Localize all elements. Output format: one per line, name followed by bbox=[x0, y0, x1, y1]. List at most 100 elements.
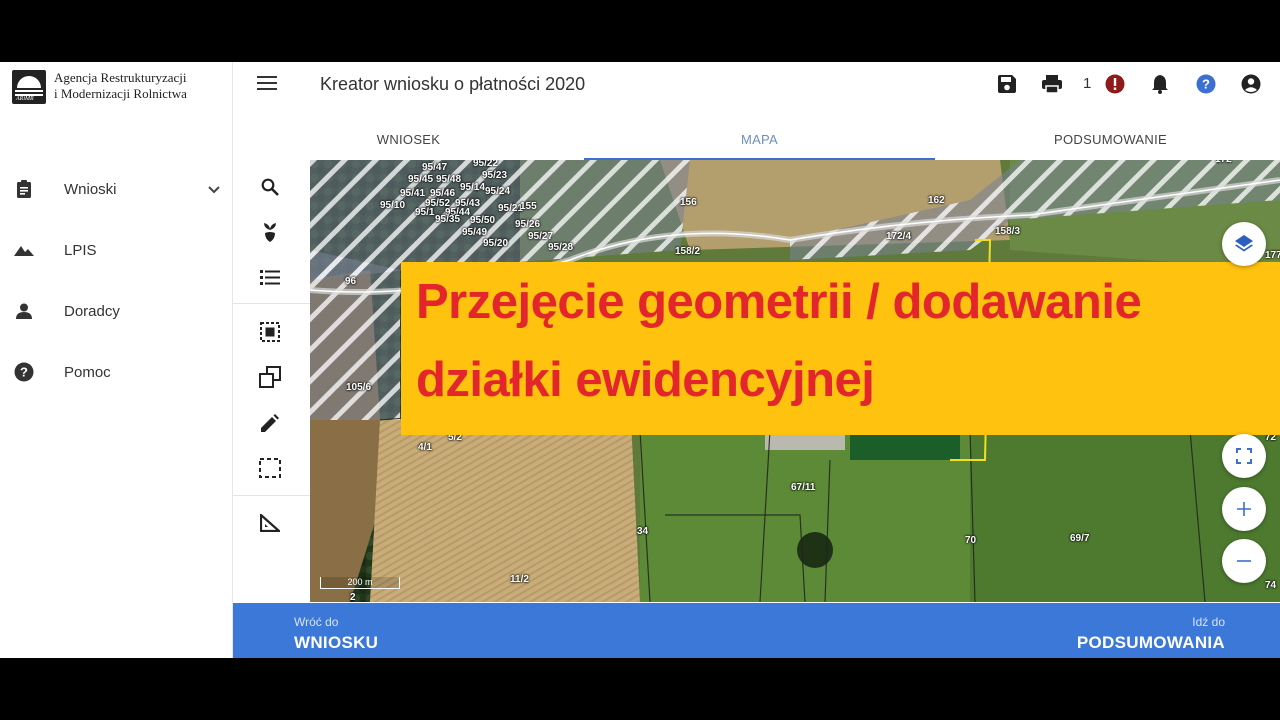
select-area-icon[interactable] bbox=[257, 319, 283, 345]
plant-icon[interactable] bbox=[257, 219, 283, 245]
sidebar: ARiMR Agencja Restrukturyzacji i Moderni… bbox=[0, 62, 233, 658]
parcel-label: 95/41 bbox=[400, 188, 426, 199]
layers-button[interactable] bbox=[1222, 222, 1266, 266]
tab-wniosek[interactable]: WNIOSEK bbox=[233, 118, 584, 160]
tab-podsumowanie[interactable]: PODSUMOWANIE bbox=[935, 118, 1280, 160]
letterbox-bottom bbox=[0, 658, 1280, 720]
parcel-label: 95/1 bbox=[415, 207, 435, 218]
agency-name-line1: Agencja Restrukturyzacji bbox=[54, 70, 187, 85]
agency-logo[interactable]: ARiMR Agencja Restrukturyzacji i Moderni… bbox=[12, 70, 187, 104]
parcel-label: 155 bbox=[520, 201, 537, 212]
parcel-label: 158/3 bbox=[995, 226, 1021, 237]
sidebar-item-doradcy[interactable]: Doradcy bbox=[0, 291, 233, 331]
fullscreen-button[interactable] bbox=[1222, 434, 1266, 478]
back-target: WNIOSKU bbox=[294, 633, 379, 652]
copy-shape-icon[interactable] bbox=[257, 364, 283, 390]
sidebar-item-pomoc[interactable]: ? Pomoc bbox=[0, 352, 233, 392]
bell-icon[interactable] bbox=[1149, 73, 1171, 95]
parcel-label: 95/24 bbox=[485, 186, 511, 197]
account-icon[interactable] bbox=[1240, 73, 1262, 95]
top-bar: Kreator wniosku o płatności 2020 1 ? WNI… bbox=[233, 62, 1280, 160]
help-circle-icon[interactable]: ? bbox=[1195, 73, 1217, 95]
svg-text:?: ? bbox=[20, 365, 28, 380]
next-target: PODSUMOWANIA bbox=[1076, 633, 1225, 652]
save-icon[interactable] bbox=[996, 73, 1018, 95]
sidebar-item-wnioski[interactable]: Wnioski bbox=[0, 169, 233, 209]
tab-mapa[interactable]: MAPA bbox=[584, 118, 935, 160]
fullscreen-icon bbox=[1236, 448, 1252, 464]
chevron-down-icon bbox=[208, 181, 220, 198]
parcel-label: 4/1 bbox=[418, 442, 432, 453]
parcel-label: 95/14 bbox=[460, 182, 486, 193]
sidebar-item-label: Pomoc bbox=[64, 363, 111, 381]
agency-name-line2: i Modernizacji Rolnictwa bbox=[54, 86, 187, 101]
map-toolbar bbox=[233, 160, 310, 602]
parcel-label: 95/47 bbox=[422, 162, 448, 173]
measure-icon[interactable] bbox=[257, 510, 283, 536]
parcel-label: 74 bbox=[1265, 580, 1277, 591]
parcel-label: 172 bbox=[1215, 160, 1232, 165]
agency-name: Agencja Restrukturyzacji i Modernizacji … bbox=[54, 70, 187, 102]
parcel-label: 95/20 bbox=[483, 238, 509, 249]
error-alert-icon[interactable] bbox=[1104, 73, 1126, 95]
next-caption: Idź do bbox=[1192, 615, 1225, 629]
menu-icon[interactable] bbox=[257, 76, 277, 92]
search-icon[interactable] bbox=[257, 174, 283, 200]
parcel-label: 172/4 bbox=[886, 231, 912, 242]
zoom-in-button[interactable] bbox=[1222, 487, 1266, 531]
parcel-label: 162 bbox=[928, 195, 945, 206]
parcel-label: 96 bbox=[345, 276, 357, 287]
zoom-out-button[interactable] bbox=[1222, 539, 1266, 583]
banner-line-1: Przejęcie geometrii / dodawanie bbox=[416, 275, 1142, 329]
parcel-label: 95/27 bbox=[528, 231, 554, 242]
parcel-label: 95/10 bbox=[380, 200, 406, 211]
parcel-label: 156 bbox=[680, 197, 697, 208]
parcel-label: 2 bbox=[350, 592, 356, 602]
parcel-label: 95/22 bbox=[473, 160, 499, 169]
parcel-label: 70 bbox=[965, 535, 977, 546]
parcel-label: 95/23 bbox=[482, 170, 508, 181]
parcel-label: 95/49 bbox=[462, 227, 488, 238]
parcel-label: 95/28 bbox=[548, 242, 574, 253]
agency-emblem-icon: ARiMR bbox=[12, 70, 46, 104]
parcel-label: 95/50 bbox=[470, 215, 496, 226]
sidebar-item-label: LPIS bbox=[64, 241, 97, 259]
list-icon[interactable] bbox=[257, 264, 283, 290]
print-icon[interactable] bbox=[1041, 73, 1063, 95]
toolbar-divider bbox=[233, 303, 310, 304]
parcel-label: 95/45 bbox=[408, 174, 434, 185]
letterbox-top bbox=[0, 0, 1280, 62]
sidebar-item-label: Doradcy bbox=[64, 302, 120, 320]
svg-text:?: ? bbox=[1202, 77, 1210, 92]
parcel-label: 95/48 bbox=[436, 174, 462, 185]
parcel-label: 34 bbox=[637, 526, 649, 537]
parcel-label: 158/2 bbox=[675, 246, 701, 257]
banner-line-2: działki ewidencyjnej bbox=[416, 353, 875, 407]
back-caption: Wróć do bbox=[294, 615, 339, 629]
parcel-label: 11/2 bbox=[510, 574, 529, 585]
dashed-rectangle-icon[interactable] bbox=[257, 455, 283, 481]
bottom-navigation: Wróć do WNIOSKU Idź do PODSUMOWANIA bbox=[233, 603, 1280, 658]
person-icon bbox=[14, 301, 34, 321]
parcel-label: 105/6 bbox=[346, 382, 372, 393]
map-scale-bar: 200 m bbox=[320, 577, 400, 589]
toolbar-divider bbox=[233, 495, 310, 496]
page-title: Kreator wniosku o płatności 2020 bbox=[320, 74, 586, 94]
go-to-podsumowanie-button[interactable]: Idź do PODSUMOWANIA bbox=[980, 603, 1280, 658]
back-to-wniosek-button[interactable]: Wróć do WNIOSKU bbox=[233, 603, 533, 658]
plus-icon bbox=[1237, 502, 1251, 516]
tab-bar: WNIOSEK MAPA PODSUMOWANIE bbox=[233, 118, 1280, 160]
minus-icon bbox=[1237, 560, 1251, 562]
parcel-label: 95/35 bbox=[435, 214, 461, 225]
pencil-icon[interactable] bbox=[257, 410, 283, 436]
sidebar-item-label: Wnioski bbox=[64, 180, 117, 198]
sidebar-item-lpis[interactable]: LPIS bbox=[0, 230, 233, 270]
parcel-label: 95/26 bbox=[515, 219, 541, 230]
notification-count: 1 bbox=[1083, 75, 1092, 92]
parcel-label: 177 bbox=[1265, 250, 1280, 261]
parcel-label: 69/7 bbox=[1070, 533, 1090, 544]
help-icon: ? bbox=[14, 362, 34, 382]
clipboard-icon bbox=[14, 179, 34, 199]
application-window: ARiMR Agencja Restrukturyzacji i Moderni… bbox=[0, 62, 1280, 658]
mountains-icon bbox=[14, 240, 34, 260]
